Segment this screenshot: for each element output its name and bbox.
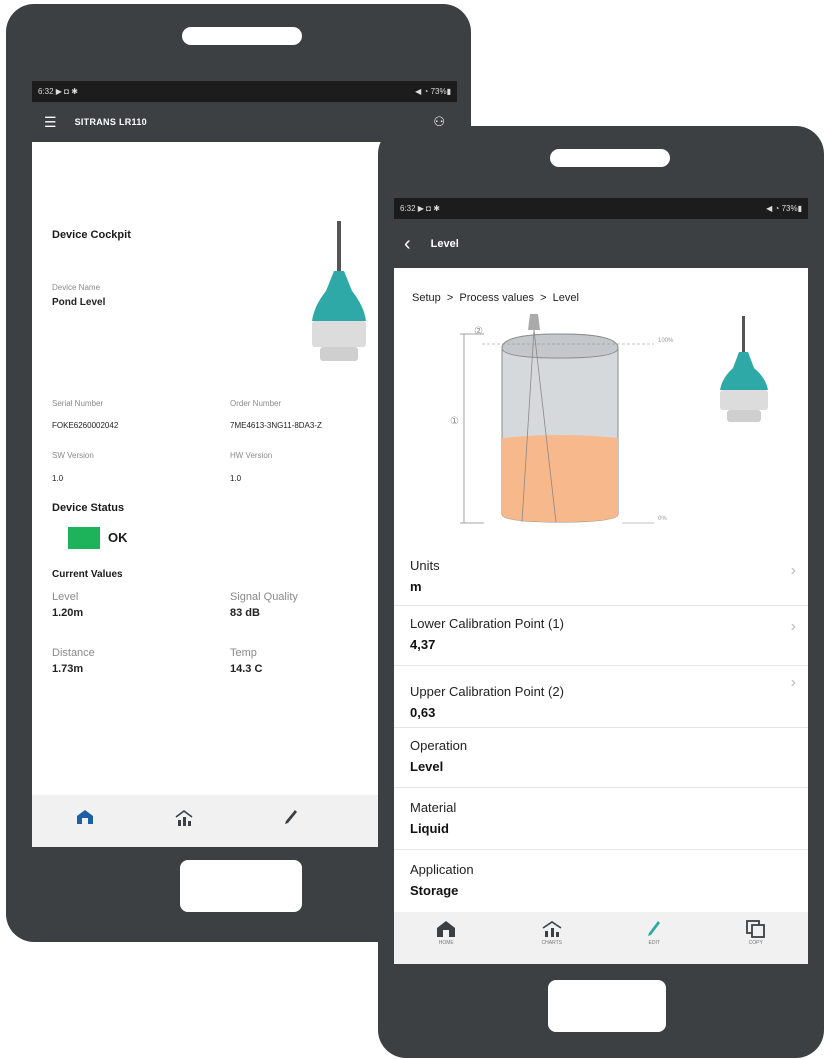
device-name: Pond Level	[52, 297, 106, 308]
back-arrow-icon[interactable]: ‹	[404, 234, 411, 254]
hw-label: HW Version	[230, 451, 273, 460]
row-label: Material	[410, 800, 457, 815]
status-time: 6:32 ▶ ◘ ✱	[400, 204, 440, 213]
nav-edit[interactable]	[284, 809, 298, 825]
status-text: OK	[108, 530, 128, 545]
current-values-title: Current Values	[52, 569, 123, 580]
row-operation[interactable]: Operation Level	[394, 728, 808, 788]
charts-icon	[175, 810, 193, 826]
nav-label: HOME	[438, 940, 454, 946]
distance-label: Distance	[52, 647, 95, 659]
status-icons: ◀ ◔ 73%▮	[415, 87, 451, 96]
serial-value: FOKE6260002042	[52, 421, 119, 430]
edit-icon	[648, 921, 661, 936]
breadcrumb: Setup > Process values > Level	[412, 292, 579, 304]
signal-value: 83 dB	[230, 607, 260, 619]
temp-value: 14.3 C	[230, 663, 263, 675]
settings-list: Units m › Lower Calibration Point (1) 4,…	[394, 540, 808, 912]
chevron-right-icon: ›	[790, 562, 796, 579]
signal-label: Signal Quality	[230, 591, 298, 603]
temp-label: Temp	[230, 647, 257, 659]
diagram-pct-0: 0%	[658, 516, 667, 522]
sensor-image	[720, 316, 768, 422]
nav-label: COPY	[748, 940, 763, 946]
nav-home[interactable]: HOME	[436, 920, 456, 946]
home-button[interactable]	[180, 860, 302, 912]
sw-value: 1.0	[52, 474, 64, 483]
device-name-label: Device Name	[52, 283, 101, 292]
status-icons: ◀ ◔ 73%▮	[766, 204, 802, 213]
hw-value: 1.0	[230, 474, 242, 483]
diagram-label-1: ①	[450, 416, 459, 427]
row-value: 0,63	[410, 705, 436, 720]
menu-icon[interactable]: ☰	[44, 114, 57, 131]
sw-label: SW Version	[52, 451, 94, 460]
nav-label: CHARTS	[541, 940, 562, 946]
row-value: Storage	[410, 883, 459, 898]
row-lower-calibration[interactable]: Lower Calibration Point (1) 4,37 ›	[394, 606, 808, 666]
app-title: Level	[430, 237, 459, 250]
bottom-nav: HOME CHARTS EDIT COPY	[394, 912, 808, 964]
charts-icon	[542, 921, 562, 937]
front-screen: 6:32 ▶ ◘ ✱ ◀ ◔ 73%▮ ‹ Level Setup > Proc…	[394, 198, 808, 964]
row-value: Level	[410, 759, 444, 774]
chevron-right-icon: ›	[790, 618, 796, 635]
nav-charts[interactable]	[174, 809, 194, 827]
row-value: Liquid	[410, 821, 449, 836]
cockpit-title: Device Cockpit	[52, 229, 131, 241]
nav-copy[interactable]: COPY	[745, 920, 766, 946]
row-material[interactable]: Material Liquid	[394, 788, 808, 850]
row-label: Operation	[410, 738, 468, 753]
row-label: Units	[410, 558, 440, 573]
nav-home[interactable]	[76, 809, 94, 825]
diagram-label-2: ②	[474, 326, 483, 337]
nav-edit[interactable]: EDIT	[647, 920, 661, 946]
home-icon	[77, 810, 93, 824]
sensor-image	[312, 221, 366, 361]
status-indicator	[68, 527, 100, 549]
row-value: 4,37	[410, 637, 436, 652]
row-label: Application	[410, 862, 474, 877]
app-bar: ‹ Level	[394, 219, 808, 268]
serial-label: Serial Number	[52, 399, 104, 408]
order-label: Order Number	[230, 399, 282, 408]
nav-charts[interactable]: CHARTS	[541, 920, 563, 946]
device-status-title: Device Status	[52, 502, 125, 514]
phone-front: 6:32 ▶ ◘ ✱ ◀ ◔ 73%▮ ‹ Level Setup > Proc…	[378, 126, 824, 1058]
level-label: Level	[52, 591, 79, 603]
diagram-pct-100: 100%	[658, 338, 674, 344]
distance-value: 1.73m	[52, 663, 84, 675]
level-value: 1.20m	[52, 607, 84, 619]
row-label: Upper Calibration Point (2)	[410, 684, 564, 699]
row-units[interactable]: Units m ›	[394, 540, 808, 606]
row-value: m	[410, 579, 422, 594]
row-application[interactable]: Application Storage	[394, 850, 808, 912]
order-value: 7ME4613-3NG11-8DA3-Z	[230, 421, 322, 430]
copy-icon	[745, 920, 765, 938]
row-upper-calibration[interactable]: Upper Calibration Point (2) 0,63 ›	[394, 666, 808, 728]
row-label: Lower Calibration Point (1)	[410, 616, 564, 631]
speaker-slot	[550, 149, 670, 167]
home-icon	[437, 921, 456, 937]
status-bar: 6:32 ▶ ◘ ✱ ◀ ◔ 73%▮	[394, 198, 808, 219]
chevron-right-icon: ›	[790, 674, 796, 691]
home-button[interactable]	[548, 980, 666, 1032]
nav-label: EDIT	[648, 940, 660, 946]
speaker-slot	[182, 27, 302, 45]
status-bar: 6:32 ▶ ◘ ✱ ◀ ◔ 73%▮	[32, 81, 457, 102]
app-title: SITRANS LR110	[74, 117, 147, 127]
edit-icon	[285, 810, 297, 824]
status-time: 6:32 ▶ ◘ ✱	[38, 87, 78, 96]
